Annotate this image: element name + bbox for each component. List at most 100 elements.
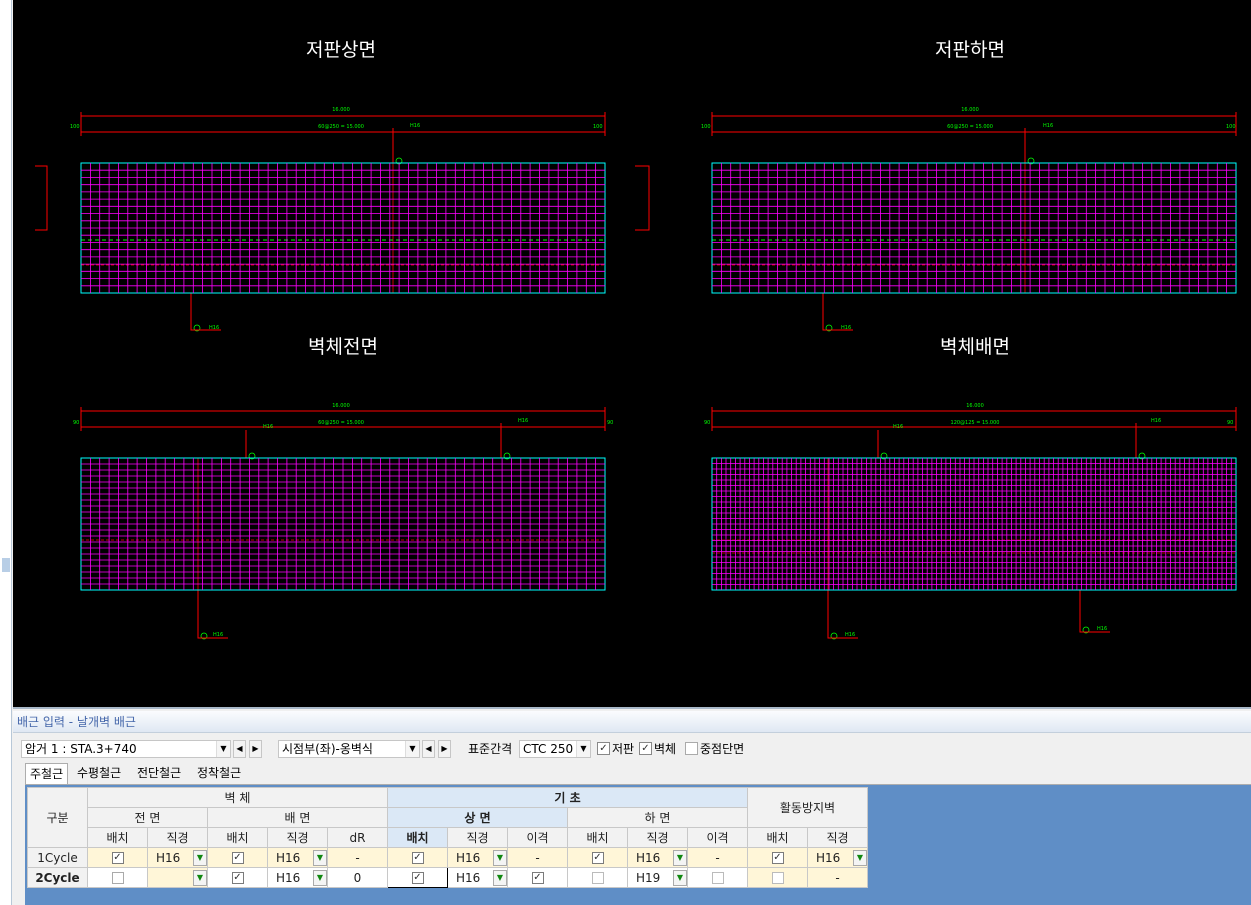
top-place-checkbox[interactable]: ✓	[387, 867, 448, 888]
side-dimension	[35, 165, 48, 231]
side-dimension	[635, 165, 650, 231]
dropdown-arrow-icon: ▼	[673, 849, 687, 866]
bottom-dia-select[interactable]: H16 ▼	[627, 847, 688, 868]
callout-top1-3: H16	[263, 424, 273, 430]
dim-right-2: 100	[1226, 124, 1236, 130]
rebar-mesh	[712, 458, 1236, 590]
bottom-place-checkbox[interactable]	[567, 867, 628, 888]
wall-checkbox-label: 벽체	[654, 742, 677, 756]
splitter-handle[interactable]	[2, 558, 10, 572]
slip-dia-select[interactable]: H16 ▼	[807, 847, 868, 868]
bottom-gap-checkbox[interactable]	[687, 867, 748, 888]
callout-top-2: H16	[1043, 123, 1053, 129]
dropdown-arrow-icon: ▼	[493, 849, 507, 866]
std-spacing-label: 표준간격	[468, 742, 513, 756]
rebar-mesh	[712, 163, 1236, 293]
leader-line	[1024, 128, 1055, 164]
dim-left-2: 100	[701, 124, 711, 130]
top-dia-select[interactable]: H16 ▼	[447, 867, 508, 888]
slip-dia-cell: -	[807, 867, 868, 888]
callout-top2-4: H16	[1151, 418, 1161, 424]
dim-mid-3: 60@250 = 15.000	[318, 420, 364, 426]
wall-front-place-checkbox[interactable]: ✓	[87, 847, 148, 868]
dr-cell[interactable]: 0	[327, 867, 388, 888]
header-group: 구분	[27, 787, 88, 848]
chevron-down-icon[interactable]: ▼	[576, 741, 590, 757]
drawing-canvas[interactable]: 저판상면 저판하면 벽체전면 벽체배면 16.000 60@250 = 15.0…	[13, 0, 1251, 707]
prev-station-button[interactable]: ◀	[233, 740, 246, 758]
callout-bottom-1: H16	[209, 325, 219, 331]
bottom-gap-cell[interactable]: -	[687, 847, 748, 868]
dropdown-arrow-icon: ▼	[313, 849, 327, 866]
callout-top-1: H16	[410, 123, 420, 129]
header-place: 배치	[87, 827, 148, 848]
prev-part-button[interactable]: ◀	[422, 740, 435, 758]
wall-checkbox[interactable]: ✓	[639, 742, 652, 755]
header-dia: 직경	[267, 827, 328, 848]
part-combo[interactable]: 시점부(좌)-옹벽식 ▼	[278, 740, 420, 758]
header-wall: 벽 체	[87, 787, 388, 808]
wall-back-place-checkbox[interactable]: ✓	[207, 867, 268, 888]
panel-header: 배근 입력 - 날개벽 배근	[13, 711, 1251, 733]
dr-cell[interactable]: -	[327, 847, 388, 868]
tab-shear-rebar[interactable]: 전단철근	[133, 763, 185, 784]
slip-place-checkbox[interactable]: ✓	[747, 847, 808, 868]
wall-back-dia-select[interactable]: H16 ▼	[267, 847, 328, 868]
row-label: 1Cycle	[27, 847, 88, 868]
tab-anchor-rebar[interactable]: 정착철근	[193, 763, 245, 784]
top-gap-checkbox[interactable]: ✓	[507, 867, 568, 888]
station-combo-value: 암거 1 : STA.3+740	[25, 742, 137, 756]
header-dia: 직경	[807, 827, 868, 848]
table-row: 2Cycle ▼ ✓ H16 ▼ 0 ✓ H16 ▼ ✓ H19 ▼ -	[27, 867, 868, 888]
wall-back-dia-select[interactable]: H16 ▼	[267, 867, 328, 888]
slab-checkbox[interactable]: ✓	[597, 742, 610, 755]
app-window: 저판상면 저판하면 벽체전면 벽체배면 16.000 60@250 = 15.0…	[0, 0, 1251, 905]
header-foundation: 기 초	[387, 787, 748, 808]
slip-place-checkbox[interactable]	[747, 867, 808, 888]
header-place: 배치	[207, 827, 268, 848]
next-station-button[interactable]: ▶	[249, 740, 262, 758]
top-dia-select[interactable]: H16 ▼	[447, 847, 508, 868]
callout-bottom-2: H16	[841, 325, 851, 331]
tab-body: 구분 벽 체 기 초 활동방지벽 전 면 배 면 상 면 하 면 배치 직경 배…	[25, 784, 1251, 905]
bottom-dia-select[interactable]: H19 ▼	[627, 867, 688, 888]
dropdown-arrow-icon: ▼	[853, 849, 867, 866]
header-gap: 이격	[687, 827, 748, 848]
wall-back-place-checkbox[interactable]: ✓	[207, 847, 268, 868]
top-place-checkbox[interactable]: ✓	[387, 847, 448, 868]
chevron-down-icon[interactable]: ▼	[405, 741, 419, 757]
wall-front-dia-select[interactable]: H16 ▼	[147, 847, 208, 868]
header-place: 배치	[567, 827, 628, 848]
header-place: 배치	[747, 827, 808, 848]
dropdown-arrow-icon: ▼	[193, 849, 207, 866]
station-combo[interactable]: 암거 1 : STA.3+740 ▼	[21, 740, 231, 758]
chevron-down-icon[interactable]: ▼	[216, 741, 230, 757]
callout-bottom1-4: H16	[845, 632, 855, 638]
header-dia: 직경	[447, 827, 508, 848]
left-splitter[interactable]	[0, 0, 12, 905]
top-gap-cell[interactable]: -	[507, 847, 568, 868]
std-spacing-value: CTC 250	[523, 742, 574, 756]
arrow-right-icon: ▶	[441, 744, 448, 753]
std-spacing-combo[interactable]: CTC 250 ▼	[519, 740, 591, 758]
dropdown-arrow-icon: ▼	[673, 869, 687, 886]
header-front: 전 면	[87, 807, 208, 828]
header-dr: dR	[327, 827, 388, 848]
dim-total-3: 16.000	[332, 403, 350, 409]
header-slip-wall: 활동방지벽	[747, 787, 868, 828]
table-row: 1Cycle ✓ H16 ▼ ✓ H16 ▼ - ✓ H16 ▼ - ✓ H16 ▼ -…	[27, 847, 868, 868]
tab-main-rebar[interactable]: 주철근	[25, 763, 69, 784]
header-back: 배 면	[207, 807, 388, 828]
overlap-checkbox[interactable]	[685, 742, 698, 755]
wall-front-place-checkbox[interactable]	[87, 867, 148, 888]
dim-right-4: 90	[1227, 420, 1233, 426]
wall-front-dia-select[interactable]: ▼	[147, 867, 208, 888]
tab-horizontal-rebar[interactable]: 수평철근	[73, 763, 125, 784]
header-place: 배치	[387, 827, 448, 848]
bottom-place-checkbox[interactable]: ✓	[567, 847, 628, 868]
rebar-mesh	[81, 458, 605, 590]
dim-mid-2: 60@250 = 15.000	[947, 124, 993, 130]
next-part-button[interactable]: ▶	[438, 740, 451, 758]
dim-mid-1: 60@250 = 15.000	[318, 124, 364, 130]
overlap-checkbox-label: 중점단면	[700, 742, 745, 756]
